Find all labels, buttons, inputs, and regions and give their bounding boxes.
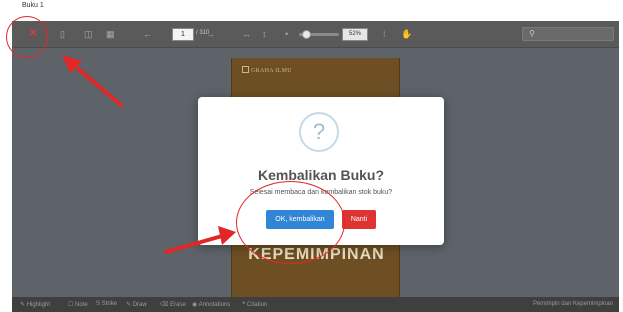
- draw-label: Draw: [132, 302, 147, 308]
- note-label: Note: [75, 302, 88, 308]
- tab-strip: Buku 1: [0, 0, 623, 21]
- publisher-name: GRAHA ILMU: [251, 68, 292, 74]
- erase-tool[interactable]: ⌫ Erase: [160, 301, 186, 308]
- text-select-icon[interactable]: ⁞: [383, 29, 386, 39]
- annotations-label: Annotations: [198, 302, 231, 308]
- tab-title[interactable]: Buku 1: [22, 2, 44, 9]
- annotations-tool[interactable]: ◉ Annotations: [192, 301, 230, 308]
- search-icon: ⚲: [529, 29, 535, 38]
- annotation-bar: ✎ Highlight ☐ Note S Strike ✎ Draw ⌫ Era…: [12, 297, 619, 312]
- highlight-circle-close: [6, 16, 48, 58]
- app-window: Buku 1 ✕ ▯ ◫ ▦ ← 1 / 310 → ↔ ↕ • 52% ⁞ ✋…: [0, 0, 623, 312]
- page-number-input[interactable]: 1: [172, 28, 194, 41]
- prev-page-icon[interactable]: ←: [143, 29, 152, 39]
- grid-view-icon[interactable]: ▦: [106, 29, 115, 39]
- draw-tool[interactable]: ✎ Draw: [126, 301, 147, 308]
- dialog-title: Kembalikan Buku?: [257, 167, 385, 183]
- citation-tool[interactable]: ❝ Citation: [242, 301, 267, 308]
- note-tool[interactable]: ☐ Note: [68, 301, 88, 308]
- citation-label: Citation: [246, 302, 268, 308]
- question-icon: ?: [299, 112, 339, 152]
- zoom-out-icon[interactable]: •: [285, 29, 288, 39]
- book-name-label: Pemimpin dan Kepemimpinan: [532, 301, 613, 307]
- double-page-icon[interactable]: ◫: [84, 29, 93, 39]
- strike-tool[interactable]: S Strike: [96, 301, 117, 307]
- publisher-icon: [242, 66, 249, 73]
- search-field[interactable]: ⚲: [522, 27, 614, 41]
- strike-label: Strike: [101, 301, 118, 307]
- later-button[interactable]: Nanti: [342, 210, 376, 229]
- fit-height-icon[interactable]: ↕: [262, 29, 267, 39]
- viewer-toolbar: ✕ ▯ ◫ ▦ ← 1 / 310 → ↔ ↕ • 52% ⁞ ✋ ⚲: [12, 21, 619, 48]
- zoom-level[interactable]: 52%: [342, 28, 368, 41]
- highlight-tool[interactable]: ✎ Highlight: [20, 301, 50, 308]
- highlight-circle-confirm: [236, 181, 345, 264]
- single-page-icon[interactable]: ▯: [60, 29, 65, 39]
- next-page-icon[interactable]: →: [206, 29, 215, 39]
- pan-hand-icon[interactable]: ✋: [401, 29, 412, 39]
- zoom-slider-handle[interactable]: [302, 30, 311, 39]
- publisher-logo: GRAHA ILMU: [242, 66, 292, 74]
- highlight-label: Highlight: [26, 302, 51, 308]
- fit-width-icon[interactable]: ↔: [242, 29, 251, 39]
- erase-label: Erase: [170, 302, 186, 308]
